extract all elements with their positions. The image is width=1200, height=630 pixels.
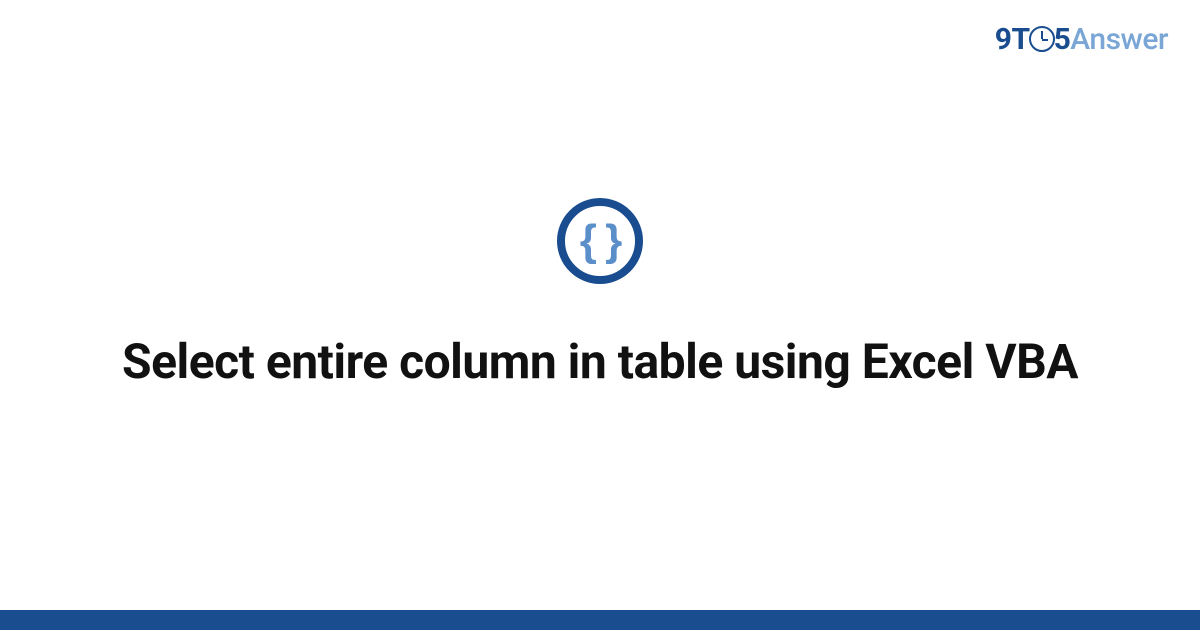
- braces-glyph: { }: [580, 219, 620, 263]
- footer-bar: [0, 610, 1200, 630]
- code-braces-icon: { }: [557, 198, 643, 284]
- content-area: { } Select entire column in table using …: [0, 0, 1200, 630]
- page-title: Select entire column in table using Exce…: [122, 332, 1078, 392]
